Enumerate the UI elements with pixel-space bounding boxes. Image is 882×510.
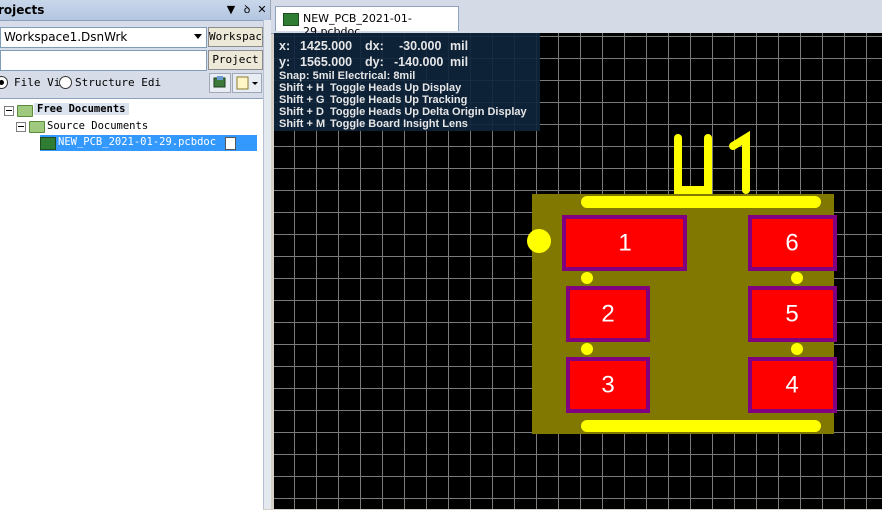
pin1-marker bbox=[527, 229, 551, 253]
pcb-document-icon bbox=[40, 137, 56, 150]
silkscreen-dot bbox=[791, 272, 803, 284]
panel-menu-icon[interactable]: ▼ bbox=[225, 3, 237, 16]
hud-shortcut: Shift + H Toggle Heads Up Display bbox=[279, 82, 461, 94]
document-tab-bar: NEW_PCB_2021-01-29.pcbdoc bbox=[271, 0, 882, 38]
hud-shortcut-action: Toggle Heads Up Delta Origin Display bbox=[330, 106, 527, 118]
file-view-radio[interactable] bbox=[0, 76, 8, 89]
collapse-icon[interactable] bbox=[16, 122, 26, 132]
hud-dx-value: -30.000 bbox=[399, 39, 442, 53]
file-view-label: File Vi bbox=[14, 76, 61, 89]
designator-u1 bbox=[674, 130, 750, 194]
pad-2[interactable]: 2 bbox=[566, 286, 650, 342]
tree-item-pcb-file[interactable]: NEW_PCB_2021-01-29.pcbdoc bbox=[40, 135, 257, 151]
tree-item-label: NEW_PCB_2021-01-29.pcbdoc bbox=[58, 136, 217, 148]
hud-shortcut: Shift + M Toggle Board Insight Lens bbox=[279, 118, 468, 130]
hud-dx-unit: mil bbox=[450, 39, 469, 53]
panel-splitter[interactable] bbox=[263, 20, 271, 509]
heads-up-display: x: 1425.000 dx: -30.000 mil y: 1565.000 … bbox=[274, 33, 540, 131]
chevron-down-icon bbox=[194, 34, 202, 39]
pad-label: 6 bbox=[785, 230, 798, 257]
pad-label: 3 bbox=[601, 372, 614, 399]
pcb-canvas[interactable]: 1 2 3 6 5 4 x: 1425.000 dx: -30.000 mil … bbox=[274, 33, 882, 509]
workspace-select[interactable]: Workspace1.DsnWrk bbox=[0, 27, 207, 48]
hud-y-value: 1565.000 bbox=[300, 55, 353, 69]
pad-5[interactable]: 5 bbox=[748, 286, 837, 342]
pin-icon[interactable]: ꝺ bbox=[241, 3, 253, 16]
pad-6[interactable]: 6 bbox=[748, 215, 837, 271]
hud-shortcut-key: Shift + H bbox=[279, 82, 324, 94]
document-menu-icon[interactable] bbox=[232, 73, 262, 93]
pad-1[interactable]: 1 bbox=[562, 215, 687, 271]
pad-3[interactable]: 3 bbox=[566, 357, 650, 413]
pad-label: 1 bbox=[618, 230, 631, 257]
projects-panel: rojects ▼ ꝺ ✕ Workspace1.DsnWrk Workspac… bbox=[0, 0, 271, 510]
hud-x-label: x: bbox=[279, 39, 291, 53]
project-button[interactable]: Project bbox=[208, 50, 263, 70]
hud-x-row: x: 1425.000 dx: -30.000 mil bbox=[279, 39, 468, 53]
folder-icon bbox=[29, 121, 45, 133]
project-select[interactable] bbox=[0, 50, 207, 71]
hud-shortcut-key: Shift + M bbox=[279, 118, 326, 130]
hud-snap: Snap: 5mil Electrical: 8mil bbox=[279, 70, 416, 82]
close-icon[interactable]: ✕ bbox=[256, 3, 268, 16]
pad-label: 4 bbox=[785, 372, 798, 399]
pad-label: 2 bbox=[601, 301, 614, 328]
hud-shortcut-action: Toggle Heads Up Display bbox=[330, 82, 462, 94]
hud-shortcut: Shift + G Toggle Heads Up Tracking bbox=[279, 94, 467, 106]
collapse-icon[interactable] bbox=[4, 106, 14, 116]
hud-y-label: y: bbox=[279, 55, 291, 69]
pad-4[interactable]: 4 bbox=[748, 357, 837, 413]
panel-header: rojects ▼ ꝺ ✕ bbox=[0, 0, 270, 21]
structure-editor-label: Structure Edi bbox=[75, 76, 162, 89]
hud-dy-unit: mil bbox=[450, 55, 469, 69]
pcb-document-icon bbox=[283, 13, 299, 26]
hud-dy-value: -140.000 bbox=[394, 55, 444, 69]
tab-pcb-document[interactable]: NEW_PCB_2021-01-29.pcbdoc bbox=[275, 6, 459, 38]
hud-dx-label: dx: bbox=[365, 39, 384, 53]
hud-shortcut: Shift + D Toggle Heads Up Delta Origin D… bbox=[279, 106, 527, 118]
hud-shortcut-key: Shift + D bbox=[279, 106, 324, 118]
hud-shortcut-action: Toggle Board Insight Lens bbox=[330, 118, 468, 130]
hud-shortcut-key: Shift + G bbox=[279, 94, 325, 106]
document-icon bbox=[225, 137, 236, 150]
tree-item-label: Free Documents bbox=[34, 103, 129, 115]
pad-label: 5 bbox=[785, 301, 798, 328]
workspace-button[interactable]: Workspace bbox=[208, 27, 269, 47]
panel-title: rojects bbox=[0, 3, 45, 17]
hud-x-value: 1425.000 bbox=[300, 39, 353, 53]
silkscreen-dot bbox=[581, 343, 593, 355]
hud-shortcut-action: Toggle Heads Up Tracking bbox=[330, 94, 468, 106]
silkscreen-dot bbox=[581, 272, 593, 284]
hud-y-row: y: 1565.000 dy: -140.000 mil bbox=[279, 55, 468, 69]
project-tree: Free Documents Source Documents NEW_PCB_… bbox=[0, 98, 263, 510]
workspace-select-value: Workspace1.DsnWrk bbox=[4, 30, 128, 44]
project-options-icon[interactable] bbox=[209, 73, 231, 93]
structure-editor-radio[interactable] bbox=[59, 76, 72, 89]
folder-icon bbox=[17, 105, 33, 117]
hud-dy-label: dy: bbox=[365, 55, 384, 69]
silkscreen-dot bbox=[791, 343, 803, 355]
tree-item-label: Source Documents bbox=[47, 120, 149, 132]
